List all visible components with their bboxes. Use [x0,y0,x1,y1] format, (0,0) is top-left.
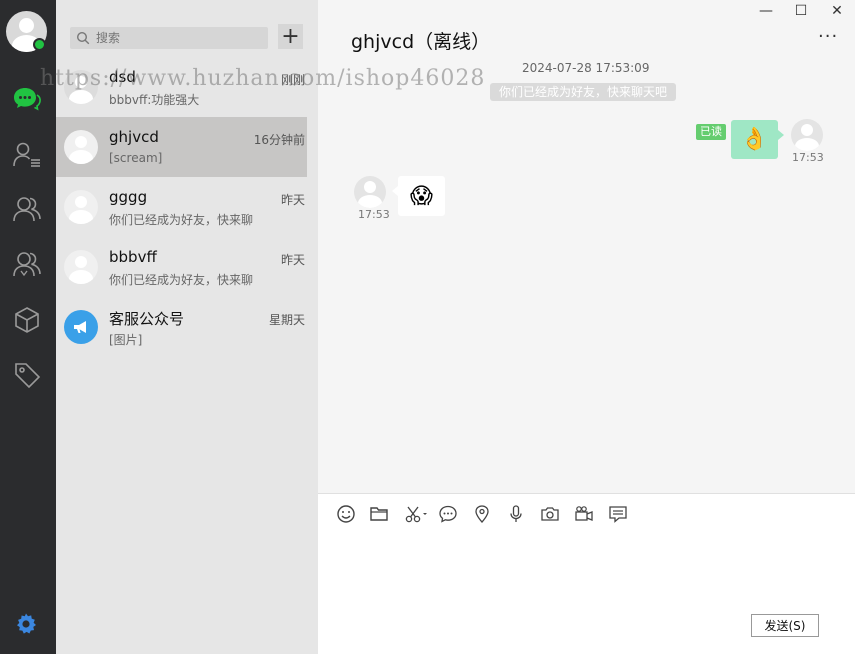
settings-gear-icon[interactable] [14,612,38,636]
rail-groups-icon[interactable] [9,246,45,282]
avatar[interactable] [791,119,823,151]
contact-list-icon [13,142,40,167]
conversation-time: 刚刚 [280,73,305,87]
minimize-button[interactable]: — [752,2,780,20]
conversation-name: ghjvcd [109,128,159,146]
message-timestamp: 2024-07-28 17:53:09 [522,61,650,75]
rail-contacts-icon[interactable] [9,137,45,173]
conversation-item[interactable]: 客服公众号 星期天 [图片] [56,297,307,357]
conversation-time: 16分钟前 [253,133,305,147]
conversation-list: + dsd 刚刚 bbbvff:功能强大 ghjvcd 16分钟前 [screa… [56,0,318,654]
rail-tags-icon[interactable] [9,357,45,393]
rail-friends-icon[interactable] [9,191,45,227]
group-icon [13,252,41,277]
message-time: 17:53 [792,151,824,164]
incoming-message-bubble[interactable]: 😱 [392,176,445,216]
chat-icon [14,88,41,111]
avatar[interactable] [354,176,386,208]
conversation-preview: [图片] [109,333,143,347]
megaphone-avatar-icon [64,310,98,344]
emoji-icon[interactable] [335,503,357,525]
message-time: 17:53 [358,208,390,221]
video-camera-icon[interactable] [573,503,595,525]
left-rail [0,0,56,654]
conversation-preview: [scream] [109,151,163,165]
message-input-area[interactable]: 发送(S) [318,493,855,654]
more-options-button[interactable]: ··· [818,26,838,47]
conversation-item[interactable]: bbbvff 昨天 你们已经成为好友，快来聊 [56,237,307,297]
conversation-preview: bbbvff:功能强大 [109,93,200,107]
chat-history-icon[interactable] [607,503,629,525]
conversation-name: bbbvff [109,248,157,266]
conversation-name: dsd [109,68,136,86]
conversation-preview: 你们已经成为好友，快来聊 [109,213,254,227]
tag-icon [15,363,41,389]
avatar [64,130,98,164]
rail-apps-icon[interactable] [9,302,45,338]
conversation-item-active[interactable]: ghjvcd 16分钟前 [scream] [56,117,307,177]
add-button[interactable]: + [278,24,303,49]
chat-panel: — ☐ ✕ ghjvcd（离线） ··· 2024-07-28 17:53:09… [318,0,855,654]
conversation-time: 昨天 [280,193,305,207]
avatar [64,70,98,104]
rail-chat-icon[interactable] [9,81,45,117]
read-status-badge: 已读 [696,124,726,140]
outgoing-message-bubble[interactable]: 👌 [731,120,784,159]
conversation-name: 客服公众号 [109,310,185,328]
conversation-time: 星期天 [268,313,305,327]
microphone-icon[interactable] [505,503,527,525]
conversation-item[interactable]: dsd 刚刚 bbbvff:功能强大 [56,57,307,117]
maximize-button[interactable]: ☐ [787,2,815,20]
location-pin-icon[interactable] [471,503,493,525]
conversation-name: gggg [109,188,148,206]
chat-title: ghjvcd（离线） [351,31,491,53]
close-button[interactable]: ✕ [823,2,851,20]
screenshot-scissors-icon[interactable] [402,503,430,525]
conversation-time: 昨天 [280,253,305,267]
system-notice: 你们已经成为好友，快来聊天吧 [490,83,677,101]
camera-icon[interactable] [539,503,561,525]
avatar [64,250,98,284]
search-box[interactable] [70,27,268,49]
send-button[interactable]: 发送(S) [751,614,819,637]
avatar [64,190,98,224]
folder-icon[interactable] [368,503,390,525]
friends-icon [13,197,41,222]
search-input[interactable] [96,31,266,45]
conversation-preview: 你们已经成为好友，快来聊 [109,273,254,287]
online-status-dot [33,38,46,51]
search-icon [76,31,90,45]
cube-icon [15,307,39,333]
chat-bubble-icon[interactable] [437,503,459,525]
conversation-item[interactable]: gggg 昨天 你们已经成为好友，快来聊 [56,177,307,237]
